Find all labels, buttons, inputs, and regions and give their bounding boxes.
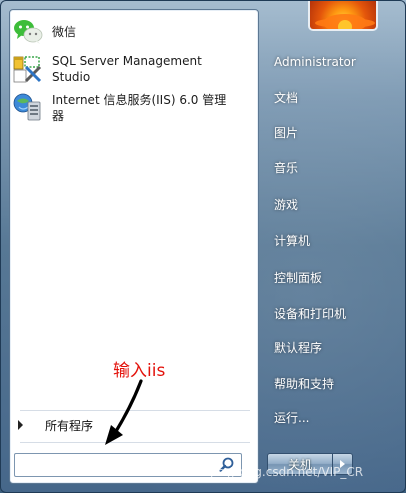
menu-item-administrator[interactable]: Administrator [267,48,399,76]
menu-item-label: 控制面板 [274,270,323,285]
menu-item-games[interactable]: 游戏 [267,190,399,218]
menu-item-control-panel[interactable]: 控制面板 [267,263,399,291]
iis-manager-icon [12,92,44,124]
menu-item-label: 音乐 [274,160,299,175]
wechat-icon [12,16,44,48]
program-label: Internet 信息服务(IIS) 6.0 管理 器 [52,92,226,124]
menu-item-label: 运行... [274,410,310,425]
shutdown-button[interactable]: 关机 [267,453,333,475]
program-label: 微信 [52,25,77,39]
program-item-iis-manager[interactable]: Internet 信息服务(IIS) 6.0 管理 器 [12,92,257,124]
menu-item-default-programs[interactable]: 默认程序 [267,333,399,361]
triangle-right-icon [18,420,23,430]
program-label-line2: 器 [52,109,65,123]
shutdown-options-button[interactable] [333,453,353,475]
triangle-right-icon [340,460,345,468]
menu-item-label: 默认程序 [274,340,323,355]
program-label-line1: Internet 信息服务(IIS) 6.0 管理 [52,93,227,107]
menu-item-label: 计算机 [274,233,311,248]
shutdown-group: 关机 [267,453,357,475]
menu-item-label: 游戏 [274,197,299,212]
search-input[interactable] [15,455,217,475]
start-menu: 微信 SQL Server Management Studio Internet… [0,0,406,493]
sql-server-management-studio-icon [12,53,44,85]
program-label-line2: Studio [52,70,91,84]
menu-item-help-support[interactable]: 帮助和支持 [267,369,399,397]
search-icon[interactable] [217,455,237,475]
menu-item-label: Administrator [274,55,356,69]
menu-item-label: 设备和打印机 [274,306,347,321]
menu-item-computer[interactable]: 计算机 [267,226,399,254]
program-label-line1: SQL Server Management [52,54,202,68]
all-programs-label: 所有程序 [45,418,94,433]
menu-item-music[interactable]: 音乐 [267,153,399,181]
search-box[interactable] [14,453,242,477]
menu-item-run[interactable]: 运行... [267,403,399,431]
menu-item-label: 图片 [274,125,299,140]
program-label: SQL Server Management Studio [52,53,202,85]
program-item-wechat[interactable]: 微信 [12,16,257,48]
program-item-sql-server-management-studio[interactable]: SQL Server Management Studio [12,53,257,85]
menu-item-pictures[interactable]: 图片 [267,118,399,146]
menu-item-documents[interactable]: 文档 [267,83,399,111]
user-picture[interactable] [308,1,378,31]
menu-item-devices-printers[interactable]: 设备和打印机 [267,299,399,327]
menu-item-label: 文档 [274,90,299,105]
annotation-arrow [105,379,143,445]
menu-item-label: 帮助和支持 [274,376,335,391]
